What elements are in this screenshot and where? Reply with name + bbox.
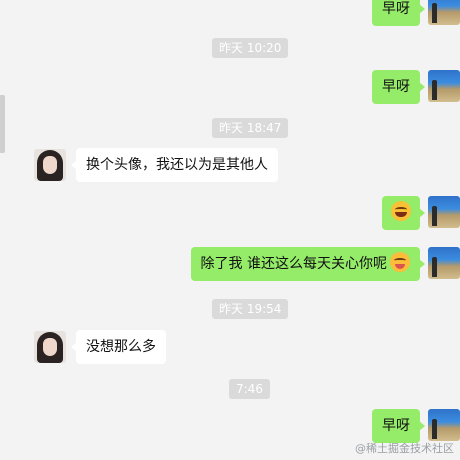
message-row-other: 换个头像，我还以为是其他人 [0, 148, 460, 182]
message-bubble[interactable] [382, 196, 425, 230]
message-text: 早呀 [382, 418, 410, 434]
message-bubble[interactable]: 换个头像，我还以为是其他人 [71, 148, 278, 182]
message-text: 没想那么多 [86, 339, 156, 355]
timestamp: 昨天 19:54 [212, 299, 289, 319]
self-avatar[interactable] [428, 70, 460, 102]
message-bubble[interactable]: 除了我 谁还这么每天关心你呢 [190, 247, 426, 281]
avatar-image [432, 3, 437, 23]
timestamp: 昨天 10:20 [212, 38, 289, 58]
message-bubble[interactable]: 早呀 [372, 70, 425, 104]
message-row-self: 早呀 [0, 409, 460, 443]
message-bubble[interactable]: 早呀 [372, 409, 425, 443]
message-text: 除了我 谁还这么每天关心你呢 [200, 256, 387, 272]
self-avatar[interactable] [428, 0, 460, 25]
message-text: 早呀 [382, 1, 410, 17]
message-row-self [0, 196, 460, 230]
laughing-tears-emoji-icon [391, 201, 411, 221]
message-bubble[interactable]: 没想那么多 [71, 330, 166, 364]
avatar-image [432, 419, 437, 439]
avatar-image [432, 206, 437, 226]
chat-message-area[interactable]: 早呀 昨天 10:20 早呀 昨天 18:47 换个头像，我还以为是其他人 除了… [0, 0, 460, 460]
watermark: @稀土掘金技术社区 [355, 442, 454, 455]
message-row-self: 除了我 谁还这么每天关心你呢 [0, 247, 460, 281]
message-row-other: 没想那么多 [0, 330, 460, 364]
self-avatar[interactable] [428, 196, 460, 228]
self-avatar[interactable] [428, 247, 460, 279]
timestamp: 7:46 [229, 379, 270, 399]
message-row-self: 早呀 [0, 0, 460, 26]
message-text: 早呀 [382, 79, 410, 95]
self-avatar[interactable] [428, 409, 460, 441]
message-bubble[interactable]: 早呀 [372, 0, 425, 26]
drooling-face-emoji-icon [390, 252, 410, 272]
message-row-self: 早呀 [0, 70, 460, 104]
contact-avatar[interactable] [34, 331, 66, 363]
avatar-face [43, 338, 57, 356]
avatar-image [432, 257, 437, 277]
avatar-face [43, 156, 57, 174]
timestamp: 昨天 18:47 [212, 118, 289, 138]
avatar-image [432, 80, 437, 100]
contact-avatar[interactable] [34, 149, 66, 181]
message-text: 换个头像，我还以为是其他人 [86, 157, 268, 173]
